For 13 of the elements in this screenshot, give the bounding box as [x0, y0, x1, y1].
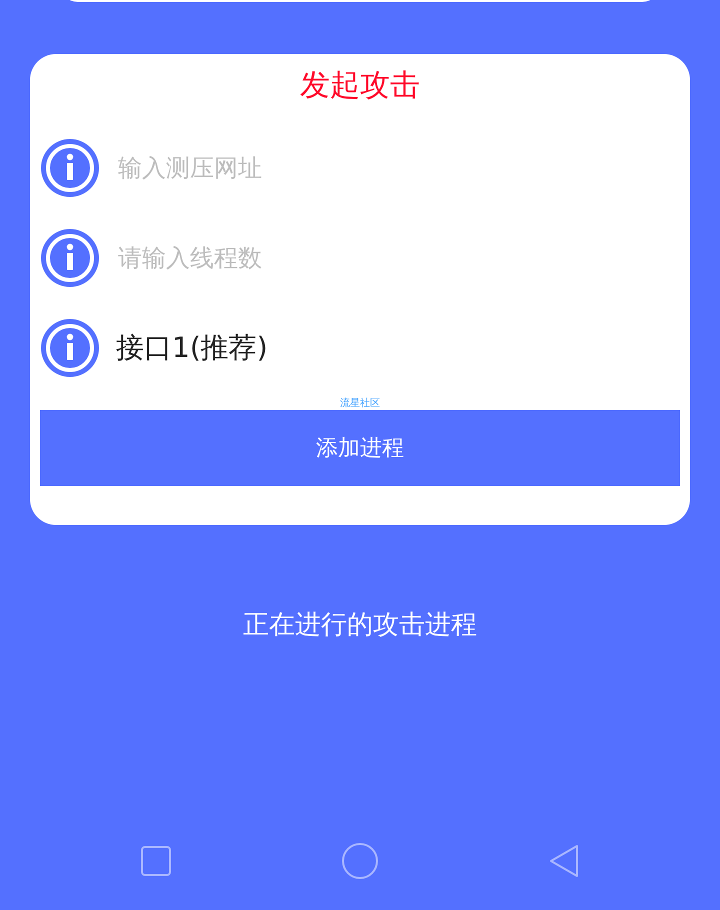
- info-icon: [40, 228, 100, 288]
- add-process-button[interactable]: 添加进程: [40, 410, 680, 486]
- section-title: 正在进行的攻击进程: [243, 609, 477, 642]
- community-label: 流星社区: [339, 398, 381, 410]
- recent-apps-icon[interactable]: [140, 845, 172, 877]
- info-icon: [40, 318, 100, 378]
- interface-selector[interactable]: 接口1(推荐): [116, 329, 268, 367]
- card-title: 发起攻击: [299, 67, 421, 105]
- home-icon[interactable]: [341, 842, 379, 880]
- input-field[interactable]: 输入测压网址: [116, 153, 520, 183]
- info-icon: [40, 138, 100, 198]
- back-icon[interactable]: [548, 843, 580, 879]
- input-field[interactable]: 请输入线程数: [116, 243, 520, 273]
